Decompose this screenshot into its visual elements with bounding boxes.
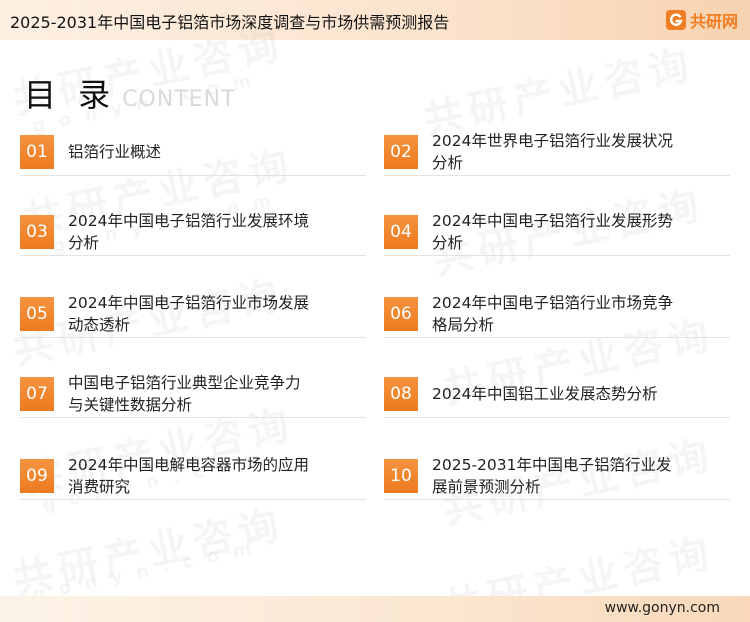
heading-title: 目 录 (24, 76, 117, 114)
chapter-title: 中国电子铝箔行业典型企业竞争力 与关键性数据分析 (68, 373, 301, 414)
toc-item-02[interactable]: 02 2024年世界电子铝箔行业发展状况 分析 (384, 128, 730, 176)
chapter-number: 04 (384, 214, 418, 249)
toc-item-05[interactable]: 05 2024年中国电子铝箔行业市场发展 动态透析 (20, 290, 366, 338)
chapter-number: 10 (384, 458, 418, 493)
chapter-title: 2024年世界电子铝箔行业发展状况 分析 (432, 131, 673, 172)
chapter-title: 2024年中国电子铝箔行业市场发展 动态透析 (68, 293, 309, 334)
heading-subtitle: CONTENT (122, 87, 236, 112)
footer-bar: www.gonyn.com (0, 596, 750, 622)
chapter-title: 2024年中国铝工业发展态势分析 (432, 384, 658, 403)
toc-item-01[interactable]: 01 铝箔行业概述 (20, 128, 366, 176)
header-bar: 2025-2031年中国电子铝箔市场深度调查与市场供需预测报告 共研网 (0, 0, 750, 40)
chapter-title: 2024年中国电解电容器市场的应用 消费研究 (68, 455, 309, 496)
chapter-title: 2024年中国电子铝箔行业发展形势 分析 (432, 211, 673, 252)
chapter-title: 铝箔行业概述 (68, 142, 162, 161)
g-logo-icon (665, 10, 686, 30)
chapter-number: 08 (384, 376, 418, 411)
watermark-url: gonyn.com (30, 535, 267, 606)
report-title: 2025-2031年中国电子铝箔市场深度调查与市场供需预测报告 (10, 13, 450, 32)
toc-item-06[interactable]: 06 2024年中国电子铝箔行业市场竞争 格局分析 (384, 290, 730, 338)
chapter-number: 06 (384, 296, 418, 331)
chapter-title: 2024年中国电子铝箔行业市场竞争 格局分析 (432, 293, 673, 334)
toc-item-03[interactable]: 03 2024年中国电子铝箔行业发展环境 分析 (20, 208, 366, 256)
toc-item-08[interactable]: 08 2024年中国铝工业发展态势分析 (384, 370, 730, 418)
brand-name: 共研网 (689, 12, 738, 31)
brand-logo[interactable]: 共研网 (665, 8, 738, 32)
chapter-number: 03 (20, 214, 54, 249)
toc-item-07[interactable]: 07 中国电子铝箔行业典型企业竞争力 与关键性数据分析 (20, 370, 366, 418)
chapter-number: 05 (20, 296, 54, 331)
chapter-number: 07 (20, 376, 54, 411)
chapter-title: 2024年中国电子铝箔行业发展环境 分析 (68, 211, 309, 252)
toc-item-04[interactable]: 04 2024年中国电子铝箔行业发展形势 分析 (384, 208, 730, 256)
toc-heading: 目 录 CONTENT (24, 70, 236, 116)
website-url[interactable]: www.gonyn.com (605, 600, 720, 616)
chapter-number: 09 (20, 458, 54, 493)
toc-item-10[interactable]: 10 2025-2031年中国电子铝箔行业发 展前景预测分析 (384, 452, 730, 500)
chapter-number: 02 (384, 134, 418, 169)
chapter-number: 01 (20, 134, 54, 169)
chapter-title: 2025-2031年中国电子铝箔行业发 展前景预测分析 (432, 455, 672, 496)
watermark-text: 共研产业咨询 (9, 501, 289, 605)
toc-item-09[interactable]: 09 2024年中国电解电容器市场的应用 消费研究 (20, 452, 366, 500)
